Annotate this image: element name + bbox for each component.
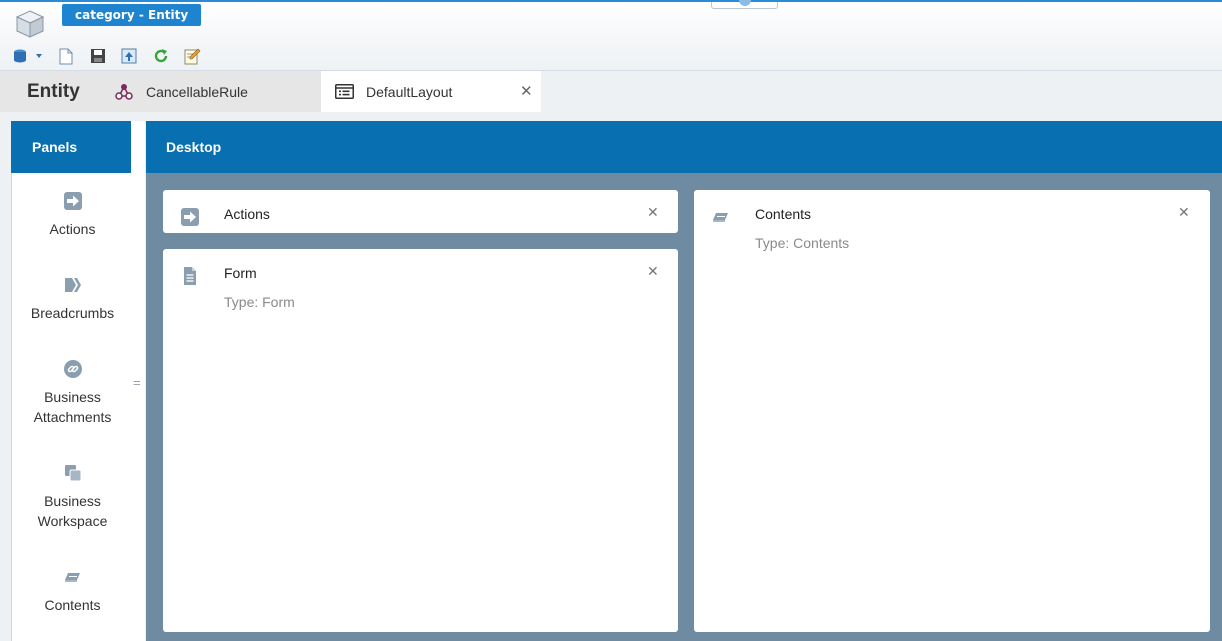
collapse-handle[interactable] [711,0,778,9]
panels-header: Panels [11,121,131,173]
layout-form-icon [335,84,354,99]
card-title: Form [224,265,257,281]
panels-palette: Panels Actions Breadcrumbs Business Attac… [11,121,145,641]
close-icon[interactable]: ✕ [647,263,659,280]
form-document-icon [184,267,196,285]
close-icon[interactable]: ✕ [647,204,659,221]
database-icon [14,49,26,63]
new-document-icon [59,48,73,64]
window-title: category - Entity [62,4,202,26]
panel-splitter-handle[interactable]: = [133,375,141,390]
refresh-icon [154,49,168,63]
new-button[interactable] [57,47,75,65]
panel-item-label: Contents [44,597,101,613]
cube-logo-icon [15,10,45,38]
database-dropdown-button[interactable] [10,47,46,65]
refresh-button[interactable] [152,47,170,65]
card-type: Type: Form [224,294,295,310]
tab-entity[interactable]: Entity [0,71,104,112]
attachment-icon [63,360,82,378]
contents-icon [64,573,80,582]
title-bar: category - Entity [0,0,1222,42]
card-title: Actions [224,206,270,222]
actions-card[interactable]: Actions ✕ [163,190,678,233]
card-title: Contents [755,206,812,222]
import-icon [121,48,137,64]
save-button[interactable] [89,47,107,65]
arrow-right-icon [181,208,199,226]
panel-item-business-attachments[interactable]: Business Attachments [12,359,133,427]
panel-item-label: Breadcrumbs [30,305,115,321]
form-card[interactable]: Form Type: Form ✕ [163,249,678,632]
tab-label: CancellableRule [146,84,248,100]
arrow-right-icon [63,192,82,210]
panel-item-label: Business Workspace [37,493,108,529]
panel-item-label: Business Attachments [33,389,112,425]
desktop-canvas: Desktop Actions ✕ II Form Type: Form ✕ =… [146,121,1222,641]
tab-strip-fill [541,71,1222,112]
import-button[interactable] [120,47,138,65]
desktop-header: Desktop [146,121,1222,173]
close-icon[interactable]: ✕ [1178,204,1190,221]
chevron-down-icon [36,54,42,58]
contents-card[interactable]: Contents Type: Contents ✕ [694,190,1210,632]
save-icon [91,49,105,63]
tab-default-layout[interactable]: DefaultLayout ✕ [321,71,541,112]
close-tab-icon[interactable]: ✕ [520,82,533,100]
workspace-icon [64,465,81,482]
card-type: Type: Contents [755,235,850,251]
toolbar [0,42,1222,71]
tab-label: DefaultLayout [366,84,453,100]
edit-icon [184,48,200,64]
breadcrumbs-icon [64,278,81,292]
panel-item-contents[interactable]: Contents [12,567,133,615]
tab-strip: Entity CancellableRule DefaultLayout ✕ [0,71,1222,112]
tab-cancellable-rule[interactable]: CancellableRule [104,71,321,112]
rule-graph-icon [115,84,133,100]
panel-item-business-workspace[interactable]: Business Workspace [12,463,133,531]
contents-icon [713,213,728,222]
panel-item-breadcrumbs[interactable]: Breadcrumbs [12,275,133,323]
edit-button[interactable] [183,47,201,65]
panel-item-actions[interactable]: Actions [12,191,133,239]
panel-item-label: Actions [49,221,96,237]
